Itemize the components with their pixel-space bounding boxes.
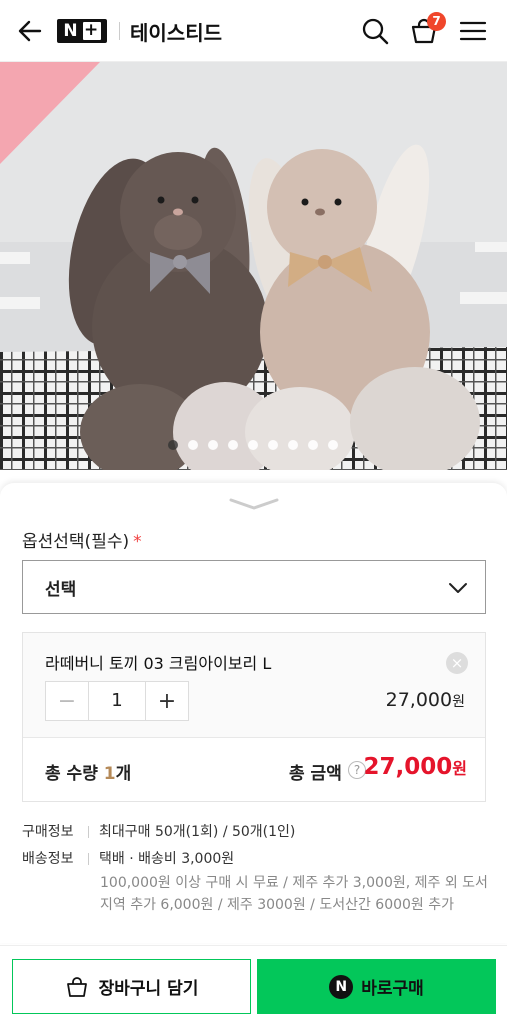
gallery-dot[interactable] [248,440,258,450]
collapse-handle-icon[interactable] [229,497,279,511]
add-to-cart-button[interactable]: 장바구니 담기 [12,959,251,1014]
option-select[interactable]: 선택 [22,560,486,614]
total-qty-unit: 개 [115,764,132,784]
selected-item-name: 라떼버니 토끼 03 크림아이보리 L [45,654,272,673]
store-name[interactable]: 테이스티드 [130,17,222,46]
item-price: 27,000원 [386,689,465,711]
purchase-info-value: 최대구매 50개(1회) / 50개(1인) [99,824,296,840]
total-amount: 27,000원 [364,754,468,780]
option-label-text: 옵션선택(필수) [22,532,130,552]
gallery-dot[interactable] [308,440,318,450]
shipping-note-2: 지역 추가 6,000원 / 제주 3000원 / 도서산간 6000원 추가 [100,897,455,913]
shipping-note-1: 100,000원 이상 구매 시 무료 / 제주 추가 3,000원, 제주 외… [100,875,488,891]
option-select-value: 선택 [45,579,77,600]
gallery-dots [168,440,338,450]
plush-bunnies-photo [0,62,507,470]
total-amount-value: 27,000 [363,754,453,780]
option-label: 옵션선택(필수) * [22,527,142,552]
total-qty-value: 1 [103,764,116,784]
naver-pay-icon: N [329,974,354,999]
item-price-value: 27,000 [385,689,453,711]
search-icon[interactable] [360,16,390,46]
item-price-unit: 원 [452,694,465,710]
header-divider [119,22,120,40]
add-to-cart-label: 장바구니 담기 [98,979,199,999]
logo-n: N [63,21,79,41]
total-qty-label: 총 수량 [45,764,98,784]
purchase-info: 구매정보 최대구매 50개(1회) / 50개(1인) [22,821,295,841]
gallery-dot[interactable] [328,440,338,450]
info-divider [88,826,89,838]
gallery-dot[interactable] [228,440,238,450]
total-quantity: 총 수량 1개 [45,759,131,784]
remove-option-icon[interactable]: × [446,652,468,674]
gallery-dot[interactable] [188,440,198,450]
selected-option-box: 라떼버니 토끼 03 크림아이보리 L × − 1 + 27,000원 총 수량… [22,632,486,802]
product-image[interactable] [0,62,507,470]
total-row: 총 수량 1개 총 금액 ? 27,000원 [23,737,485,801]
gallery-dot[interactable] [208,440,218,450]
naver-plus-logo[interactable]: N + [57,19,107,43]
quantity-input[interactable]: 1 [88,682,146,720]
shipping-info: 배송정보 택배 · 배송비 3,000원 [22,848,234,868]
buy-now-button[interactable]: N 바로구매 [257,959,496,1014]
top-header: N + 테이스티드 7 [0,0,507,62]
bottom-action-bar: 장바구니 담기 N 바로구매 [0,945,507,1024]
required-mark: * [133,532,142,552]
shipping-info-label: 배송정보 [22,851,74,867]
cart-count-badge: 7 [427,12,446,31]
gallery-dot[interactable] [288,440,298,450]
buy-now-label: 바로구매 [361,979,424,999]
gallery-dot[interactable] [268,440,278,450]
shopping-bag-icon [66,976,87,997]
increase-button[interactable]: + [146,682,188,720]
option-sheet: 옵션선택(필수) * 선택 라떼버니 토끼 03 크림아이보리 L × − 1 +… [0,483,507,943]
total-amount-label: 총 금액 [289,764,342,784]
menu-icon[interactable] [458,16,488,46]
info-divider [88,853,89,865]
shipping-info-value: 택배 · 배송비 3,000원 [99,851,235,867]
back-arrow-icon[interactable] [16,17,44,45]
decrease-button[interactable]: − [46,682,88,720]
gallery-dot[interactable] [168,440,178,450]
total-amount-unit: 원 [452,759,467,778]
purchase-info-label: 구매정보 [22,824,74,840]
quantity-stepper: − 1 + [45,681,189,721]
chevron-down-icon [449,583,467,593]
logo-plus: + [82,20,101,40]
